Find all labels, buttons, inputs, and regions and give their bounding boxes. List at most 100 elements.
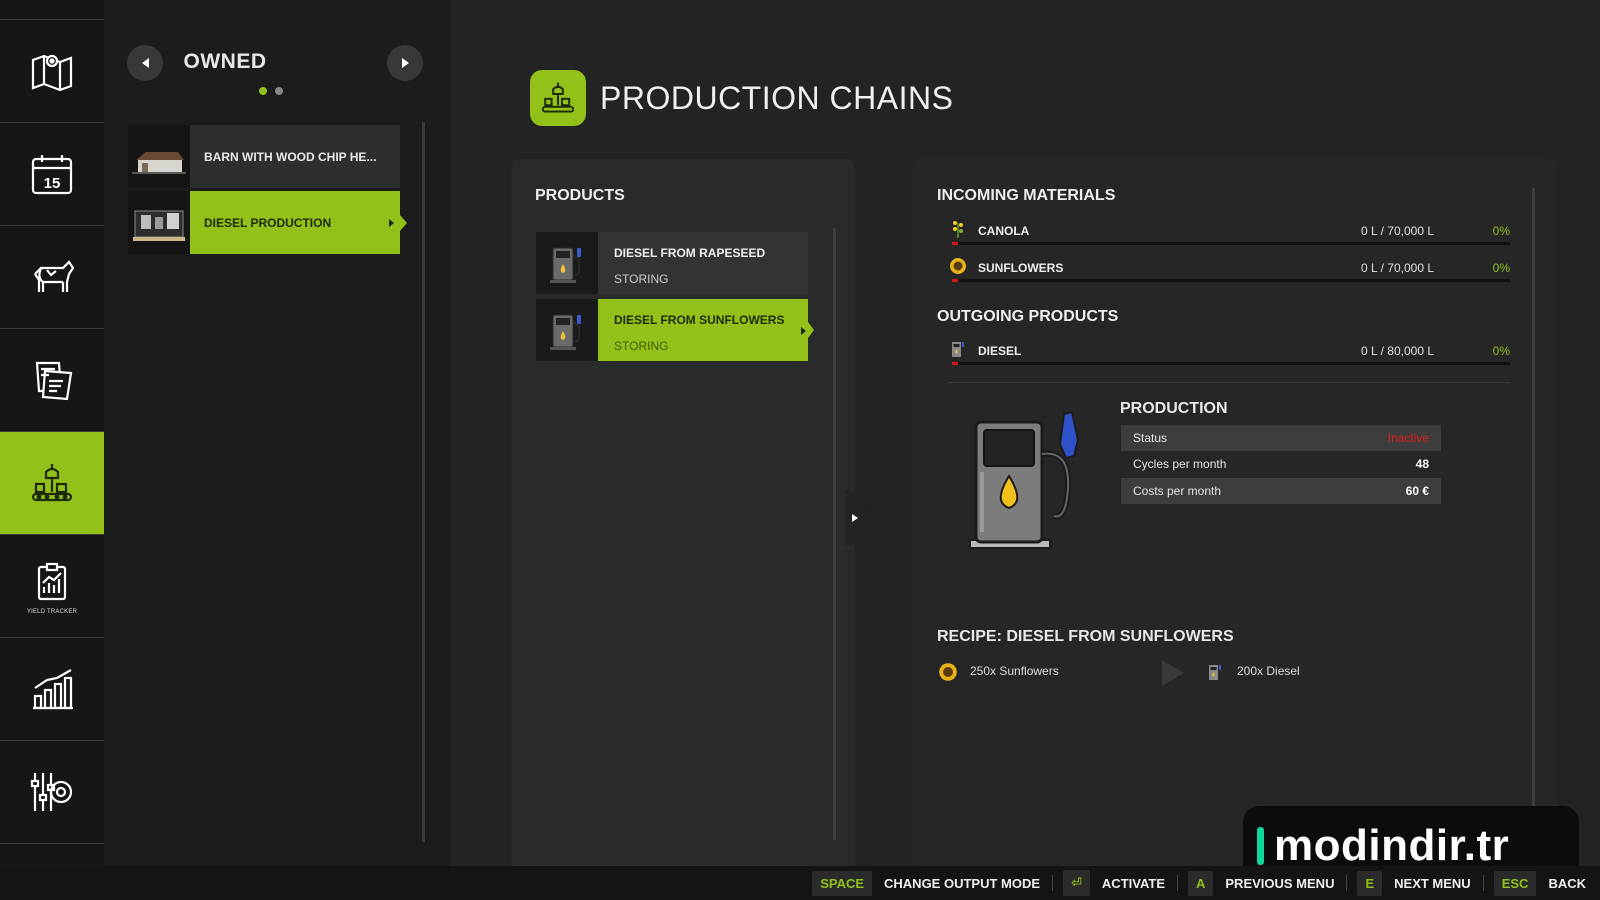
chevron-right-icon: [852, 514, 858, 522]
incoming-materials-heading: INCOMING MATERIALS: [937, 187, 1116, 204]
nav-statistics[interactable]: [0, 638, 104, 741]
action-back[interactable]: BACK: [1548, 876, 1586, 891]
key-space[interactable]: SPACE: [812, 870, 873, 896]
key-enter-icon[interactable]: ⏎: [1063, 870, 1090, 896]
material-amount: 0 L / 70,000 L: [1361, 224, 1434, 238]
production-icon: [541, 82, 575, 113]
status-value: Inactive: [1387, 431, 1429, 445]
recipe-input: 250x Sunflowers: [970, 664, 1059, 678]
product-mode: STORING: [614, 339, 669, 353]
settings-icon: [30, 773, 73, 811]
fuel-pump-large-icon: [969, 410, 1080, 549]
outgoing-products-heading: OUTGOING PRODUCTS: [937, 308, 1119, 325]
yield-tracker-label: YIELD TRACKER: [26, 609, 78, 615]
fuel-pump-thumbnail: [536, 299, 598, 361]
owned-item-barn[interactable]: BARN WITH WOOD CHIP HE...: [128, 125, 400, 188]
material-fill: [952, 242, 958, 245]
chevron-right-icon: [401, 58, 409, 68]
main-nav-rail: 15 YIELD TRACKER: [0, 0, 111, 866]
owned-scrollbar[interactable]: [422, 122, 425, 842]
watermark-accent-bar: [1257, 827, 1264, 865]
material-name: SUNFLOWERS: [978, 261, 1064, 275]
nav-calendar[interactable]: 15: [0, 123, 104, 226]
sunflower-icon: [939, 663, 957, 681]
material-fill: [952, 279, 958, 282]
nav-contracts[interactable]: [0, 329, 104, 432]
chevron-left-icon: [141, 58, 149, 68]
section-divider: [948, 382, 1510, 383]
owned-item-label: DIESEL PRODUCTION: [190, 191, 400, 254]
key-esc[interactable]: ESC: [1493, 870, 1537, 896]
separator: [1177, 875, 1178, 891]
owned-page-indicator: [259, 87, 283, 95]
product-item-rapeseed[interactable]: DIESEL FROM RAPESEED STORING: [536, 232, 808, 294]
calendar-icon: 15: [31, 155, 73, 195]
product-amount: 0 L / 80,000 L: [1361, 344, 1434, 358]
bottom-action-bar: SPACE CHANGE OUTPUT MODE ⏎ ACTIVATE A PR…: [0, 866, 1600, 900]
material-name: CANOLA: [978, 224, 1030, 238]
product-fill-bar-diesel: [952, 362, 1510, 365]
nav-animals[interactable]: [0, 226, 104, 329]
page-dot-active[interactable]: [259, 87, 267, 95]
material-percent: 0%: [1492, 224, 1510, 238]
owned-item-diesel-production[interactable]: DIESEL PRODUCTION: [128, 191, 407, 254]
material-fill-bar-sunflowers: [952, 279, 1510, 282]
production-cycles-row: Cycles per month 48: [1121, 451, 1441, 477]
costs-value: 60 €: [1405, 484, 1429, 498]
production-status-row: Status Inactive: [1121, 425, 1441, 451]
owned-item-label: BARN WITH WOOD CHIP HE...: [204, 149, 377, 164]
nav-yield-tracker[interactable]: YIELD TRACKER: [0, 535, 104, 638]
diesel-plant-thumbnail: [128, 191, 190, 254]
owned-next-button[interactable]: [387, 45, 423, 81]
material-amount: 0 L / 70,000 L: [1361, 261, 1434, 275]
stat-label: Status: [1133, 431, 1168, 445]
barn-thumbnail: [128, 125, 190, 188]
product-fill: [952, 362, 958, 365]
action-activate[interactable]: ACTIVATE: [1102, 876, 1165, 891]
page-dot[interactable]: [275, 87, 283, 95]
cycles-value: 48: [1415, 457, 1429, 471]
statistics-icon: [33, 669, 73, 710]
nav-production[interactable]: [0, 432, 111, 535]
owned-prev-button[interactable]: [127, 45, 163, 81]
fuel-pump-icon: [550, 314, 581, 350]
material-percent: 0%: [1492, 261, 1510, 275]
action-change-output-mode[interactable]: CHANGE OUTPUT MODE: [884, 876, 1040, 891]
calendar-day-label: 15: [44, 175, 61, 192]
production-costs-row: Costs per month 60 €: [1121, 478, 1441, 504]
sunflower-icon: [950, 258, 966, 274]
product-percent: 0%: [1492, 344, 1510, 358]
recipe-output: 200x Diesel: [1237, 664, 1300, 678]
product-mode: STORING: [614, 272, 669, 286]
contracts-icon: [35, 361, 73, 401]
watermark-text: modindir.tr: [1274, 821, 1510, 870]
expand-details-button[interactable]: [845, 490, 865, 546]
yield-tracker-icon: [37, 562, 67, 601]
material-row-sunflowers: SUNFLOWERS 0 L / 70,000 L 0%: [948, 258, 1510, 280]
separator: [1482, 875, 1484, 891]
material-fill-bar-canola: [952, 242, 1510, 245]
key-a[interactable]: A: [1188, 870, 1214, 896]
fuel-pump-thumbnail: [536, 232, 598, 294]
separator: [1346, 875, 1348, 891]
barn-icon: [132, 151, 186, 174]
product-name: DIESEL: [978, 344, 1022, 358]
recipe-arrow-icon: [1162, 660, 1184, 686]
separator: [1052, 875, 1054, 891]
details-scrollbar[interactable]: [1532, 188, 1535, 808]
nav-map[interactable]: [0, 20, 104, 123]
products-heading: PRODUCTS: [535, 187, 625, 204]
diesel-plant-icon: [133, 210, 185, 241]
products-scrollbar[interactable]: [833, 228, 836, 840]
action-next-menu[interactable]: NEXT MENU: [1394, 876, 1471, 891]
nav-settings[interactable]: [0, 741, 104, 844]
key-e[interactable]: E: [1357, 870, 1383, 896]
fuel-pump-icon: [550, 247, 581, 283]
material-row-canola: CANOLA 0 L / 70,000 L 0%: [948, 221, 1510, 243]
action-previous-menu[interactable]: PREVIOUS MENU: [1225, 876, 1334, 891]
map-icon: [31, 54, 73, 92]
animals-icon: [34, 260, 75, 292]
product-item-sunflowers[interactable]: DIESEL FROM SUNFLOWERS STORING: [536, 299, 814, 361]
product-row-diesel: DIESEL 0 L / 80,000 L 0%: [948, 341, 1510, 363]
rail-top-spacer: [0, 0, 104, 20]
